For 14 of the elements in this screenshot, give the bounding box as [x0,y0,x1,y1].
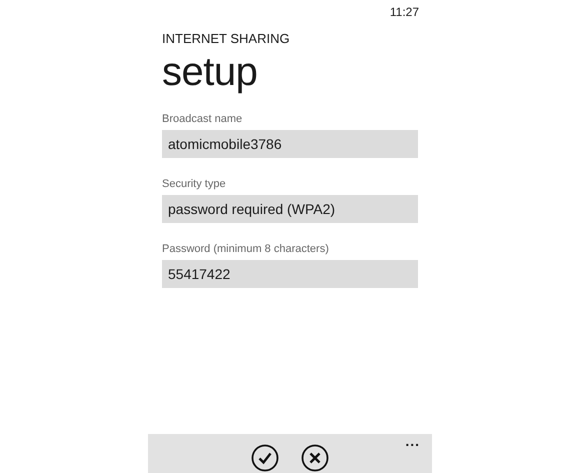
check-button[interactable] [251,444,279,472]
input-field[interactable]: password required (WPA2) [162,195,418,223]
cancel-button[interactable] [301,444,329,472]
app-title: INTERNET SHARING [162,31,291,47]
more-button[interactable]: ... [405,434,420,448]
check-icon [251,444,279,472]
input-field[interactable]: 55417422 [162,260,418,288]
status-time: 11:27 [390,5,419,21]
field-label: Password (minimum 8 characters) [162,242,330,256]
input-field[interactable]: atomicmobile3786 [162,130,418,158]
field-label: Security type [162,177,227,191]
page-title: setup [162,49,258,95]
close-icon [301,444,329,472]
field-label: Broadcast name [162,112,244,126]
